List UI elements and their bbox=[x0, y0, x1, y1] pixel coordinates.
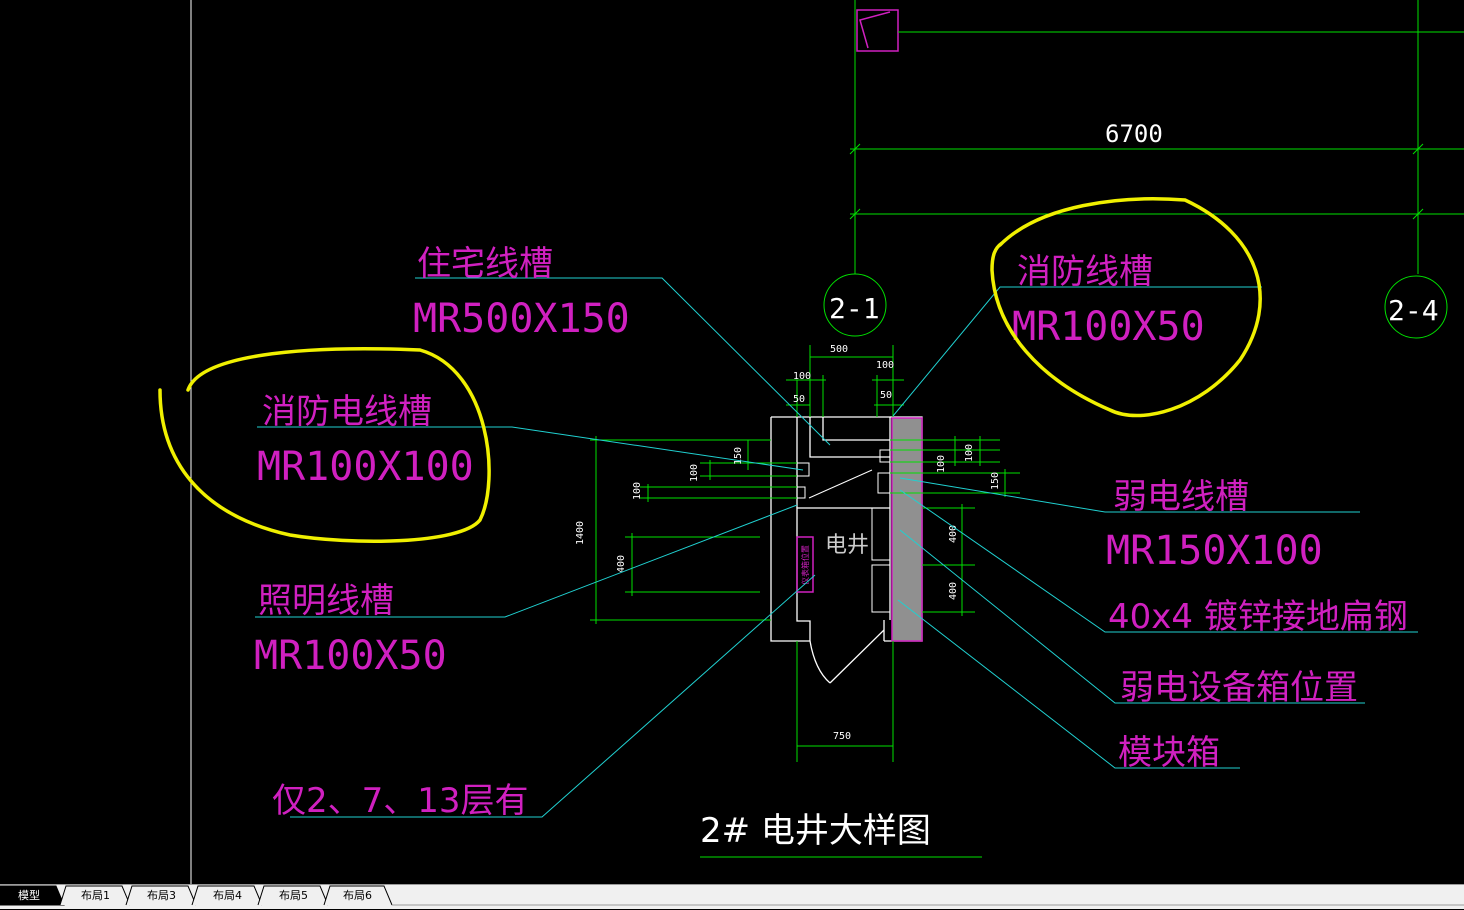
svg-text:50: 50 bbox=[793, 394, 805, 405]
svg-text:布局3: 布局3 bbox=[147, 889, 176, 902]
callout-5-spec: MR150X100 bbox=[1106, 528, 1323, 574]
svg-text:100: 100 bbox=[936, 455, 947, 473]
svg-text:100: 100 bbox=[876, 360, 894, 371]
svg-text:150: 150 bbox=[733, 447, 744, 465]
svg-text:布局5: 布局5 bbox=[279, 889, 308, 902]
meter-box-label: 仪表箱位置 bbox=[800, 545, 810, 585]
tab-model[interactable]: 模型 bbox=[0, 885, 65, 906]
axis-label-2-1: 2-1 bbox=[829, 292, 880, 325]
svg-text:100: 100 bbox=[689, 464, 700, 482]
door-swing-arc bbox=[809, 640, 831, 684]
tab-layout3[interactable]: 布局3 bbox=[125, 885, 197, 906]
callout-2-spec: MR100X50 bbox=[254, 633, 447, 679]
tab-model-label: 模型 bbox=[18, 888, 40, 902]
callout-4-name: 消防线槽 bbox=[1017, 252, 1153, 292]
drawing-title: 2# 电井大样图 bbox=[700, 811, 931, 851]
callout-8-name: 模块箱 bbox=[1118, 733, 1220, 773]
callout-3-name: 仅2、7、13层有 bbox=[272, 781, 529, 821]
callout-2-name: 照明线槽 bbox=[258, 581, 394, 621]
axis-label-2-4: 2-4 bbox=[1388, 294, 1439, 327]
cad-drawing-canvas[interactable]: 6700 2-1 2-4 仪表箱位置 电井 500 100 50 100 50 … bbox=[0, 0, 1464, 884]
room-label: 电井 bbox=[825, 533, 869, 558]
svg-text:150: 150 bbox=[990, 472, 1001, 490]
svg-text:布局1: 布局1 bbox=[81, 889, 110, 902]
svg-text:400: 400 bbox=[948, 582, 959, 600]
svg-text:100: 100 bbox=[964, 444, 975, 462]
trunking-outlines bbox=[796, 449, 891, 613]
drawing-svg[interactable]: 6700 2-1 2-4 仪表箱位置 电井 500 100 50 100 50 … bbox=[0, 0, 1464, 884]
tab-layout6[interactable]: 布局6 bbox=[323, 885, 393, 906]
tab-layout5[interactable]: 布局5 bbox=[257, 885, 329, 906]
svg-text:布局6: 布局6 bbox=[343, 889, 372, 902]
callout-1-name: 消防电线槽 bbox=[262, 392, 432, 432]
svg-text:400: 400 bbox=[616, 555, 627, 573]
svg-text:布局4: 布局4 bbox=[213, 889, 242, 902]
dim-6700-text: 6700 bbox=[1105, 120, 1163, 148]
tab-layout4[interactable]: 布局4 bbox=[191, 885, 263, 906]
tab-layout1[interactable]: 布局1 bbox=[59, 885, 131, 906]
callout-0-name: 住宅线槽 bbox=[417, 244, 553, 284]
layout-tab-bar: 模型 布局1 布局3 布局4 布局5 布局6 bbox=[0, 884, 1464, 909]
callout-1-spec: MR100X100 bbox=[257, 444, 474, 490]
svg-text:50: 50 bbox=[880, 390, 892, 401]
callout-4-spec: MR100X50 bbox=[1012, 304, 1205, 350]
top-column-mark bbox=[859, 11, 891, 49]
svg-text:100: 100 bbox=[632, 482, 643, 500]
callout-7-name: 弱电设备箱位置 bbox=[1120, 668, 1358, 708]
svg-text:500: 500 bbox=[830, 344, 848, 355]
callout-6-name: 40x4 镀锌接地扁钢 bbox=[1108, 597, 1408, 637]
callout-0-spec: MR500X150 bbox=[413, 296, 630, 342]
svg-text:750: 750 bbox=[833, 731, 851, 742]
svg-text:1400: 1400 bbox=[575, 521, 586, 545]
callout-5-name: 弱电线槽 bbox=[1113, 477, 1249, 517]
svg-text:100: 100 bbox=[793, 371, 811, 382]
